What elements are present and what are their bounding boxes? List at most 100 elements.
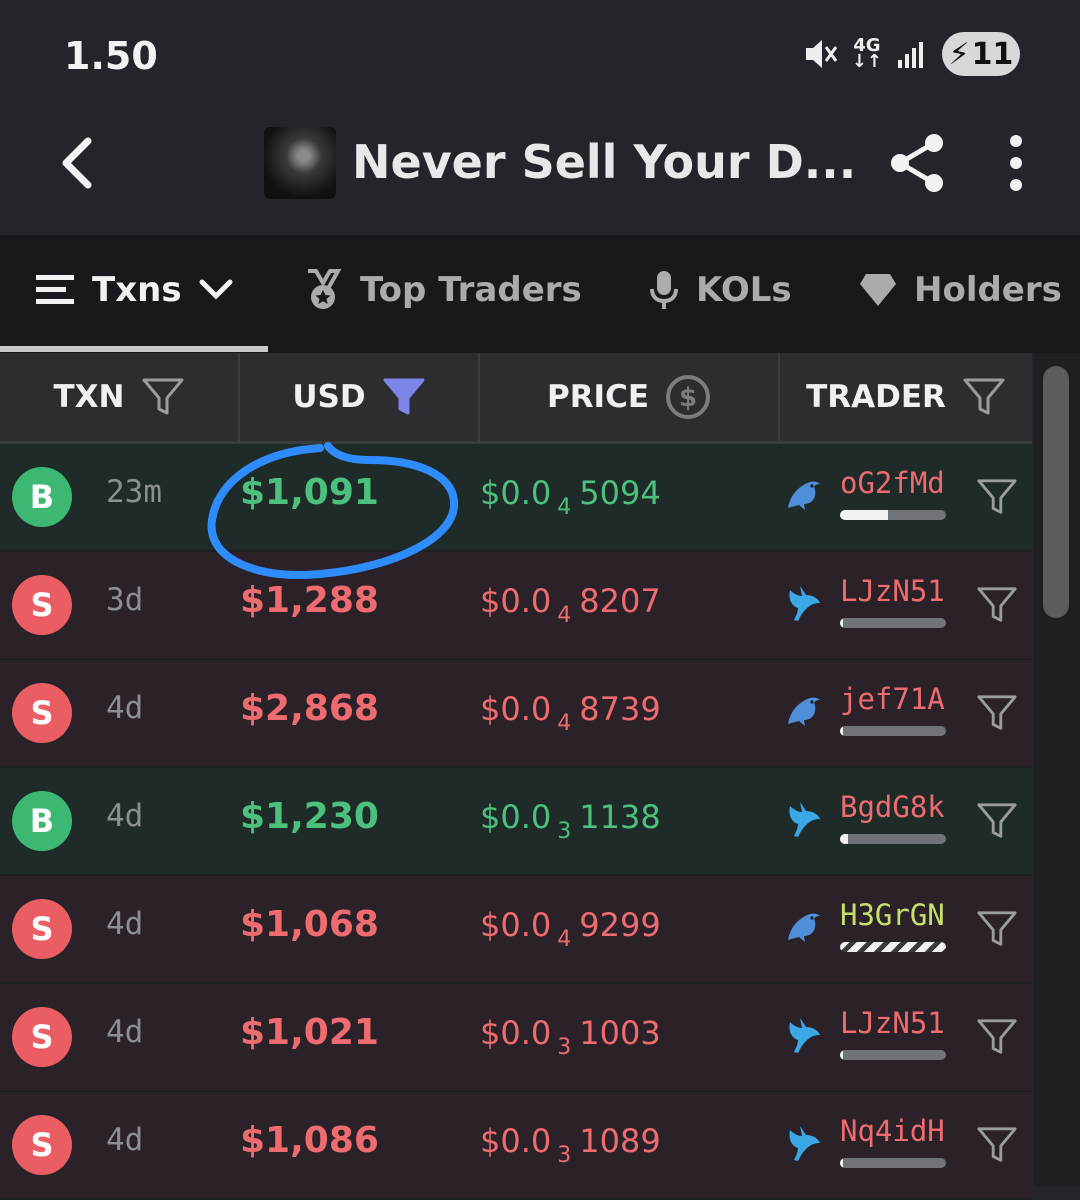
trader-address[interactable]: H3GrGN bbox=[840, 898, 945, 932]
table-row[interactable]: S 3d $1,288 $0.0 4 8207 LJzN51 bbox=[0, 552, 1032, 660]
medal-icon bbox=[308, 269, 342, 309]
tab-kols-label: KOLs bbox=[696, 270, 792, 310]
scrollbar-thumb[interactable] bbox=[1043, 366, 1069, 618]
txn-usd-value: $1,068 bbox=[240, 904, 379, 945]
table-row[interactable]: B 23m $1,091 $0.0 4 5094 oG2fMd bbox=[0, 444, 1032, 552]
trader-address[interactable]: BgdG8k bbox=[840, 790, 945, 824]
table-row[interactable]: S 4d $1,068 $0.0 4 9299 H3GrGN bbox=[0, 876, 1032, 984]
tab-kols[interactable]: KOLs bbox=[648, 235, 792, 345]
whale-icon bbox=[784, 580, 824, 622]
trader-holding-bar bbox=[840, 618, 946, 628]
price-zero-count: 3 bbox=[557, 819, 572, 844]
txn-age: 4d bbox=[106, 1122, 144, 1158]
filter-icon[interactable] bbox=[976, 1016, 1018, 1058]
price-digits: 9299 bbox=[579, 906, 661, 944]
annotation-circle bbox=[207, 442, 458, 579]
price-prefix: $0.0 bbox=[480, 690, 552, 728]
txn-age: 3d bbox=[106, 582, 144, 618]
txn-price: $0.0 4 9299 bbox=[480, 906, 661, 952]
filter-icon[interactable] bbox=[976, 692, 1018, 734]
charging-icon: ⚡ bbox=[948, 36, 970, 72]
filter-icon[interactable] bbox=[141, 377, 185, 417]
filter-icon[interactable] bbox=[976, 476, 1018, 518]
chevron-down-icon bbox=[199, 279, 233, 300]
token-title[interactable]: Never Sell Your D... bbox=[352, 135, 856, 189]
txn-price: $0.0 4 8207 bbox=[480, 582, 661, 628]
price-zero-count: 4 bbox=[557, 927, 572, 952]
tab-txns[interactable]: Txns bbox=[34, 235, 234, 345]
whale-icon bbox=[784, 1120, 824, 1162]
whale-icon bbox=[784, 1012, 824, 1054]
filter-icon[interactable] bbox=[976, 584, 1018, 626]
table-row[interactable]: S 4d $1,021 $0.0 3 1003 LJzN51 bbox=[0, 984, 1032, 1092]
txn-usd-value: $1,230 bbox=[240, 796, 379, 837]
price-digits: 8739 bbox=[579, 690, 661, 728]
trader-address[interactable]: jef71A bbox=[840, 682, 945, 716]
dollar-circle-icon[interactable]: $ bbox=[665, 374, 711, 420]
column-txn[interactable]: TXN bbox=[0, 353, 238, 441]
price-zero-count: 4 bbox=[557, 603, 572, 628]
price-zero-count: 4 bbox=[557, 495, 572, 520]
txn-type-badge: S bbox=[12, 683, 72, 743]
txn-type-badge: B bbox=[12, 467, 72, 527]
filter-icon[interactable] bbox=[976, 908, 1018, 950]
trader-address[interactable]: oG2fMd bbox=[840, 466, 945, 500]
txn-type-badge: S bbox=[12, 1007, 72, 1067]
txn-usd-value: $1,086 bbox=[240, 1120, 379, 1161]
network-indicator: 4G ↓↑ bbox=[851, 35, 882, 72]
column-usd[interactable]: USD bbox=[240, 353, 478, 441]
tab-holders[interactable]: Holders bbox=[858, 235, 1062, 345]
microphone-icon bbox=[650, 271, 678, 309]
price-prefix: $0.0 bbox=[480, 798, 552, 836]
column-trader[interactable]: TRADER bbox=[780, 353, 1032, 441]
tab-top-traders[interactable]: Top Traders bbox=[302, 235, 582, 345]
token-avatar bbox=[264, 127, 336, 199]
trader-holding-bar bbox=[840, 510, 946, 520]
table-row[interactable]: S 4d $1,086 $0.0 3 1089 Nq4idH bbox=[0, 1092, 1032, 1200]
signal-icon bbox=[898, 42, 923, 68]
price-digits: 1003 bbox=[579, 1014, 661, 1052]
column-price[interactable]: PRICE $ bbox=[480, 353, 778, 441]
txn-age: 4d bbox=[106, 1014, 144, 1050]
tab-holders-label: Holders bbox=[914, 270, 1062, 310]
trader-address[interactable]: Nq4idH bbox=[840, 1114, 945, 1148]
back-icon[interactable] bbox=[52, 133, 112, 193]
filter-icon[interactable] bbox=[976, 800, 1018, 842]
filter-icon[interactable] bbox=[962, 377, 1006, 417]
price-prefix: $0.0 bbox=[480, 474, 552, 512]
trader-address[interactable]: LJzN51 bbox=[840, 1006, 945, 1040]
txn-type-badge: S bbox=[12, 899, 72, 959]
price-zero-count: 3 bbox=[557, 1035, 572, 1060]
column-txn-label: TXN bbox=[53, 379, 125, 415]
share-icon[interactable] bbox=[886, 131, 950, 195]
txn-price: $0.0 3 1089 bbox=[480, 1122, 661, 1168]
tab-txns-label: Txns bbox=[92, 270, 182, 310]
list-icon bbox=[36, 275, 74, 304]
filter-icon[interactable] bbox=[976, 1124, 1018, 1166]
price-digits: 5094 bbox=[579, 474, 661, 512]
active-tab-indicator bbox=[0, 346, 268, 352]
status-bar: 1.50 4G ↓↑ ⚡ 11 bbox=[0, 0, 1080, 105]
filter-active-icon[interactable] bbox=[382, 377, 426, 417]
txn-usd-value: $1,021 bbox=[240, 1012, 379, 1053]
price-prefix: $0.0 bbox=[480, 1014, 552, 1052]
dolphin-icon bbox=[784, 688, 824, 730]
txn-type-badge: B bbox=[12, 791, 72, 851]
txn-usd-value: $2,868 bbox=[240, 688, 379, 729]
table-row[interactable]: S 4d $2,868 $0.0 4 8739 jef71A bbox=[0, 660, 1032, 768]
txn-age: 4d bbox=[106, 906, 144, 942]
tab-bar: Txns Top Traders KOLs Holders bbox=[0, 235, 1080, 353]
table-row[interactable]: B 4d $1,230 $0.0 3 1138 BgdG8k bbox=[0, 768, 1032, 876]
table-header: TXN USD PRICE $ TRADER bbox=[0, 353, 1032, 444]
trader-address[interactable]: LJzN51 bbox=[840, 574, 945, 608]
price-digits: 8207 bbox=[579, 582, 661, 620]
column-trader-label: TRADER bbox=[806, 379, 946, 415]
txn-price: $0.0 4 5094 bbox=[480, 474, 661, 520]
txn-price: $0.0 4 8739 bbox=[480, 690, 661, 736]
dolphin-icon bbox=[784, 904, 824, 946]
more-options-icon[interactable] bbox=[996, 131, 1036, 195]
txn-type-badge: S bbox=[12, 575, 72, 635]
battery-indicator: ⚡ 11 bbox=[942, 32, 1020, 76]
trader-holding-bar bbox=[840, 1158, 946, 1168]
diamond-icon bbox=[860, 274, 896, 306]
